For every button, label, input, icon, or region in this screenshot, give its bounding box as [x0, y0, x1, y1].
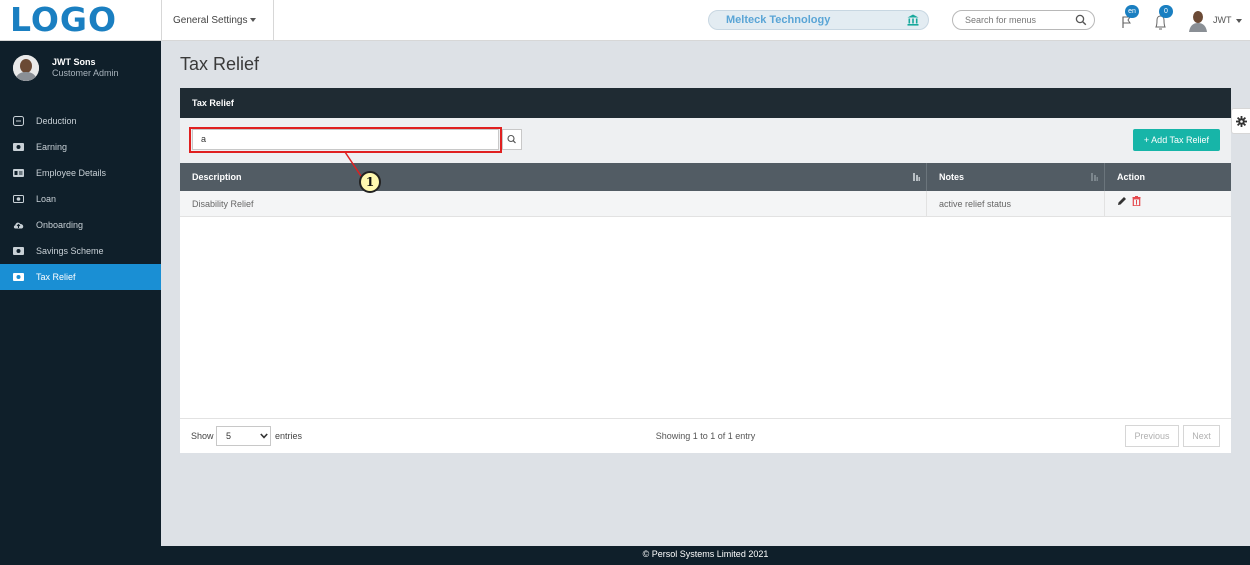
- search-button[interactable]: [502, 129, 522, 150]
- sidebar-profile: JWT Sons Customer Admin: [0, 41, 161, 93]
- sidebar-item-label: Savings Scheme: [36, 246, 104, 256]
- column-header-label: Action: [1117, 172, 1145, 182]
- user-name: JWT: [1213, 15, 1242, 25]
- search-icon: [507, 134, 516, 144]
- sidebar-item-onboarding[interactable]: Onboarding: [0, 212, 161, 238]
- next-page-button[interactable]: Next: [1183, 425, 1220, 447]
- sort-icon: [1091, 173, 1098, 181]
- column-header-label: Description: [192, 172, 242, 182]
- sidebar-item-label: Onboarding: [36, 220, 84, 230]
- table-info: Showing 1 to 1 of 1 entry: [655, 431, 756, 441]
- settings-tab[interactable]: [1231, 108, 1250, 134]
- money-icon: [13, 143, 24, 151]
- table-toolbar: a + Add Tax Relief: [180, 118, 1231, 163]
- table-header: Description Notes Action: [180, 163, 1231, 191]
- sidebar-item-tax-relief[interactable]: Tax Relief: [0, 264, 161, 290]
- sidebar-item-label: Employee Details: [36, 168, 107, 178]
- column-header-label: Notes: [939, 172, 965, 182]
- sidebar-item-earning[interactable]: Earning: [0, 134, 161, 160]
- notifications-button[interactable]: 0: [1151, 5, 1173, 33]
- minus-box-icon: [13, 116, 24, 126]
- cell-notes: active relief status: [927, 191, 1105, 217]
- sidebar-item-savings-scheme[interactable]: Savings Scheme: [0, 238, 161, 264]
- menu-search-input[interactable]: Search for menus: [952, 10, 1095, 30]
- top-bar: LOGO General Settings Melteck Technology…: [0, 0, 1250, 41]
- search-icon[interactable]: [1075, 14, 1087, 26]
- annotation-callout: 1: [359, 171, 381, 193]
- money-icon: [13, 247, 24, 255]
- add-tax-relief-button[interactable]: + Add Tax Relief: [1133, 129, 1220, 151]
- menu-search-placeholder: Search for menus: [965, 15, 1037, 25]
- page-title: Tax Relief: [180, 54, 260, 74]
- company-selector[interactable]: Melteck Technology: [708, 10, 929, 30]
- sidebar-item-label: Deduction: [36, 116, 77, 126]
- trash-icon[interactable]: [1132, 196, 1141, 206]
- cloud-upload-icon: [13, 222, 24, 229]
- money-icon: [13, 273, 24, 281]
- avatar: [1189, 11, 1207, 32]
- sidebar-nav: Deduction Earning Employee Details Loan …: [0, 108, 161, 290]
- logo[interactable]: LOGO: [10, 2, 117, 38]
- column-header-action: Action: [1105, 163, 1231, 191]
- general-settings-label: General Settings: [173, 15, 248, 26]
- sidebar-item-label: Tax Relief: [36, 272, 76, 282]
- language-badge: en: [1125, 5, 1139, 18]
- language-button[interactable]: en: [1117, 5, 1139, 33]
- company-name: Melteck Technology: [726, 14, 831, 26]
- tax-relief-panel: Tax Relief a + Add Tax Relief Descriptio…: [180, 88, 1231, 453]
- notification-badge: 0: [1159, 5, 1173, 18]
- table-row: Disability Relief active relief status: [180, 191, 1231, 217]
- sort-icon: [913, 173, 920, 181]
- sidebar: JWT Sons Customer Admin Deduction Earnin…: [0, 41, 161, 565]
- cash-icon: [13, 195, 24, 203]
- gear-icon: [1236, 116, 1247, 127]
- annotation-highlight-box: [189, 127, 502, 153]
- cell-description: Disability Relief: [180, 191, 927, 217]
- avatar: [13, 55, 39, 81]
- profile-name: JWT Sons: [52, 57, 96, 67]
- general-settings-dropdown[interactable]: General Settings: [161, 0, 274, 41]
- panel-title: Tax Relief: [180, 88, 1231, 118]
- pencil-icon[interactable]: [1117, 196, 1127, 206]
- column-header-notes[interactable]: Notes: [927, 163, 1105, 191]
- previous-page-button[interactable]: Previous: [1125, 425, 1179, 447]
- sidebar-item-loan[interactable]: Loan: [0, 186, 161, 212]
- profile-role: Customer Admin: [52, 68, 119, 78]
- caret-down-icon: [1235, 18, 1242, 23]
- column-header-description[interactable]: Description: [180, 163, 927, 191]
- sidebar-item-label: Earning: [36, 142, 68, 152]
- id-card-icon: [13, 169, 24, 177]
- caret-down-icon: [249, 18, 256, 23]
- sidebar-item-label: Loan: [36, 194, 57, 204]
- bank-icon: [907, 14, 919, 26]
- table-footer: Show 5 entries Showing 1 to 1 of 1 entry…: [180, 418, 1231, 453]
- sidebar-item-deduction[interactable]: Deduction: [0, 108, 161, 134]
- footer: © Persol Systems Limited 2021: [161, 546, 1250, 565]
- sidebar-item-employee-details[interactable]: Employee Details: [0, 160, 161, 186]
